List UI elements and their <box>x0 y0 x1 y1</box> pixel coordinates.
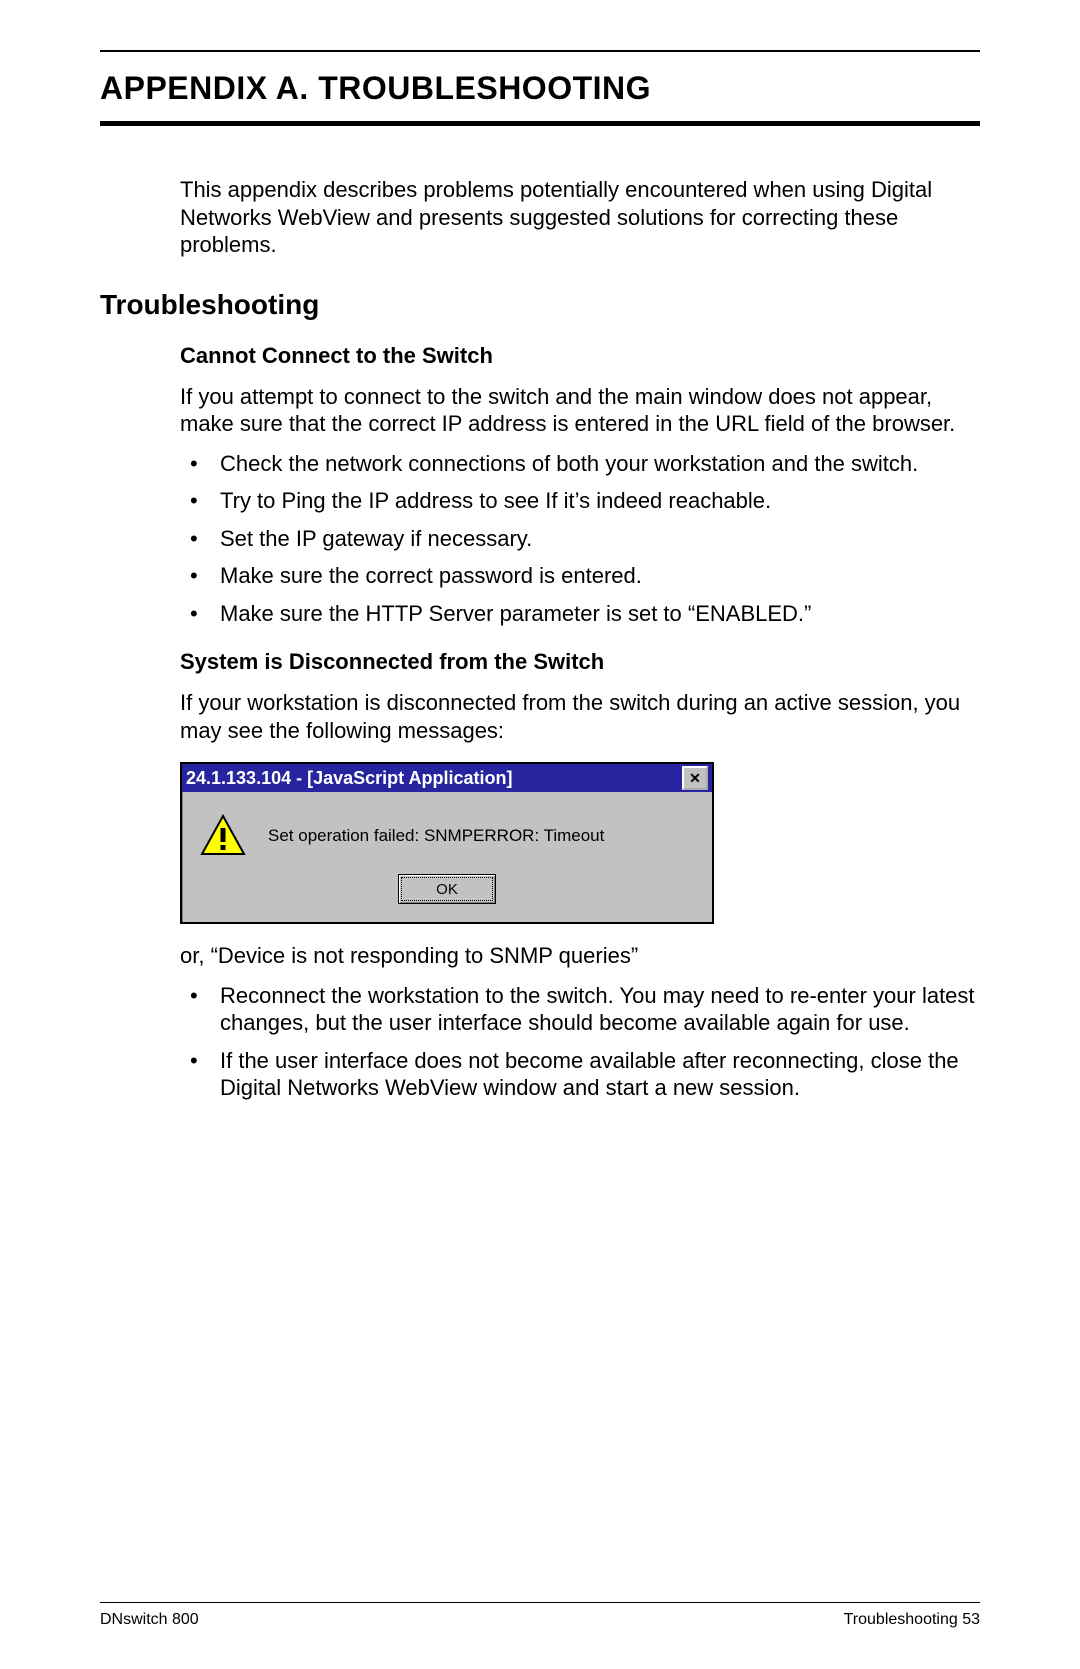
list-item: If the user interface does not become av… <box>180 1047 980 1102</box>
body-paragraph: If you attempt to connect to the switch … <box>180 383 980 438</box>
bullet-list: Reconnect the workstation to the switch.… <box>180 982 980 1102</box>
footer-left: DNswitch 800 <box>100 1611 199 1629</box>
intro-paragraph: This appendix describes problems potenti… <box>180 176 980 259</box>
sub-title-disconnected: System is Disconnected from the Switch <box>180 649 980 675</box>
list-item: Make sure the HTTP Server parameter is s… <box>180 600 980 628</box>
list-item: Reconnect the workstation to the switch.… <box>180 982 980 1037</box>
dialog-message: Set operation failed: SNMPERROR: Timeout <box>268 826 604 846</box>
top-rule <box>100 50 980 52</box>
ok-button[interactable]: OK <box>398 874 496 904</box>
list-item: Try to Ping the IP address to see If it’… <box>180 487 980 515</box>
page-footer: DNswitch 800 Troubleshooting 53 <box>100 1602 980 1629</box>
bullet-list: Check the network connections of both yo… <box>180 450 980 628</box>
close-icon[interactable]: ✕ <box>682 766 708 790</box>
sub-title-cannot-connect: Cannot Connect to the Switch <box>180 343 980 369</box>
dialog-button-row: OK <box>182 868 712 922</box>
list-item: Check the network connections of both yo… <box>180 450 980 478</box>
error-dialog-figure: 24.1.133.104 - [JavaScript Application] … <box>180 762 980 924</box>
warning-icon <box>200 814 246 858</box>
document-page: APPENDIX A. TROUBLESHOOTING This appendi… <box>0 0 1080 1669</box>
dialog-window: 24.1.133.104 - [JavaScript Application] … <box>180 762 714 924</box>
list-item: Set the IP gateway if necessary. <box>180 525 980 553</box>
list-item: Make sure the correct password is entere… <box>180 562 980 590</box>
body-paragraph: If your workstation is disconnected from… <box>180 689 980 744</box>
dialog-title: 24.1.133.104 - [JavaScript Application] <box>186 768 512 789</box>
footer-right: Troubleshooting 53 <box>844 1611 980 1629</box>
appendix-title: APPENDIX A. TROUBLESHOOTING <box>100 70 980 107</box>
dialog-body: Set operation failed: SNMPERROR: Timeout <box>182 792 712 868</box>
subsection-disconnected: System is Disconnected from the Switch I… <box>180 649 980 1102</box>
body-paragraph: or, “Device is not responding to SNMP qu… <box>180 942 980 970</box>
title-rule <box>100 121 980 126</box>
section-title: Troubleshooting <box>100 289 980 321</box>
subsection-cannot-connect: Cannot Connect to the Switch If you atte… <box>180 343 980 628</box>
footer-rule <box>100 1602 980 1603</box>
dialog-titlebar: 24.1.133.104 - [JavaScript Application] … <box>182 764 712 792</box>
